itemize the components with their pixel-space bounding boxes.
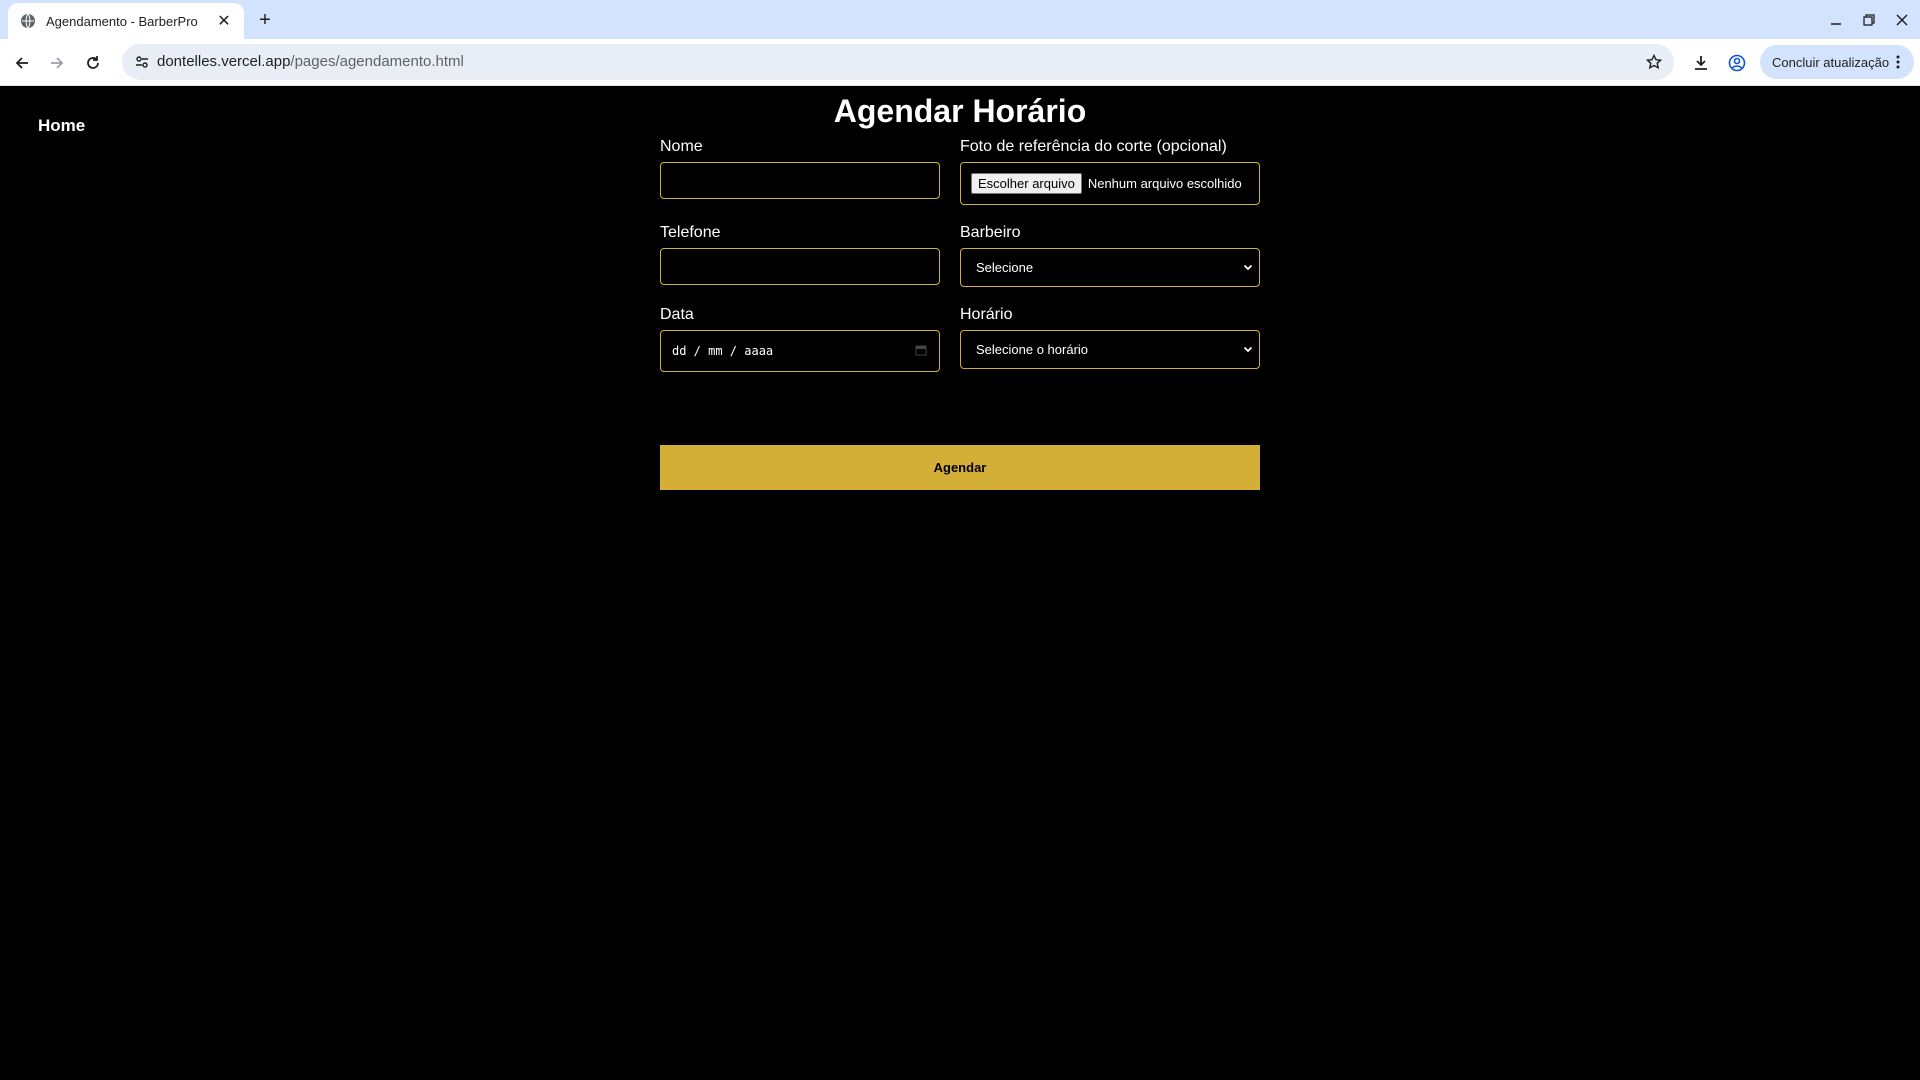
barbeiro-selected-value: Selecione [976, 260, 1034, 275]
chevron-down-icon [1243, 260, 1253, 275]
update-button[interactable]: Concluir atualização [1760, 45, 1914, 79]
page-title: Agendar Horário [833, 93, 1087, 129]
close-window-icon[interactable] [1890, 8, 1914, 32]
url-path: /pages/agendamento.html [290, 53, 464, 70]
foto-field-group: Foto de referência do corte (opcional) E… [960, 138, 1260, 205]
choose-file-button[interactable]: Escolher arquivo [971, 173, 1082, 194]
forward-icon[interactable] [43, 49, 71, 77]
file-input[interactable]: Escolher arquivo Nenhum arquivo escolhid… [960, 162, 1260, 205]
minimize-icon[interactable] [1824, 8, 1848, 32]
foto-label: Foto de referência do corte (opcional) [960, 138, 1227, 155]
url-text: dontelles.vercel.app/pages/agendamento.h… [157, 44, 464, 80]
back-icon[interactable] [8, 49, 36, 77]
telefone-field-group: Telefone [660, 224, 940, 285]
update-button-label: Concluir atualização [1772, 54, 1890, 70]
data-field-group: Data dd / mm / aaaa [660, 306, 940, 372]
agendar-button[interactable]: Agendar [660, 445, 1260, 490]
globe-icon [20, 13, 36, 29]
barbeiro-select[interactable]: Selecione [960, 248, 1260, 287]
barbeiro-field-group: Barbeiro Selecione [960, 224, 1260, 287]
telefone-label: Telefone [660, 224, 721, 241]
tab-strip: Agendamento - BarberPro ✕ + [0, 0, 1920, 39]
browser-toolbar: dontelles.vercel.app/pages/agendamento.h… [0, 39, 1920, 86]
tab-title: Agendamento - BarberPro [46, 13, 198, 29]
nome-input[interactable] [660, 162, 940, 199]
address-bar[interactable]: dontelles.vercel.app/pages/agendamento.h… [122, 44, 1674, 80]
menu-dots-icon[interactable] [1888, 52, 1908, 72]
telefone-input[interactable] [660, 248, 940, 285]
horario-select[interactable]: Selecione o horário [960, 330, 1260, 369]
restore-icon[interactable] [1857, 8, 1881, 32]
new-tab-icon[interactable]: + [253, 8, 277, 32]
data-label: Data [660, 306, 694, 323]
close-tab-icon[interactable]: ✕ [214, 11, 234, 31]
horario-selected-value: Selecione o horário [976, 342, 1089, 357]
horario-label: Horário [960, 306, 1013, 323]
site-info-icon[interactable] [130, 50, 154, 74]
date-input[interactable]: dd / mm / aaaa [660, 330, 940, 372]
url-domain: dontelles.vercel.app [157, 53, 291, 70]
page-content: Home Agendar Horário Nome Foto de referê… [0, 86, 1920, 1080]
bookmark-star-icon[interactable] [1642, 50, 1666, 74]
horario-field-group: Horário Selecione o horário [960, 306, 1260, 369]
nome-field-group: Nome [660, 138, 940, 199]
profile-icon[interactable] [1723, 49, 1751, 77]
file-status-text: Nenhum arquivo escolhido [1087, 176, 1242, 191]
barbeiro-label: Barbeiro [960, 224, 1021, 241]
calendar-icon[interactable] [915, 344, 927, 359]
browser-tab[interactable]: Agendamento - BarberPro ✕ [8, 3, 244, 39]
chevron-down-icon [1243, 342, 1253, 357]
nome-label: Nome [660, 138, 703, 155]
reload-icon[interactable] [79, 49, 107, 77]
download-icon[interactable] [1687, 49, 1715, 77]
date-placeholder: dd / mm / aaaa [672, 344, 774, 358]
